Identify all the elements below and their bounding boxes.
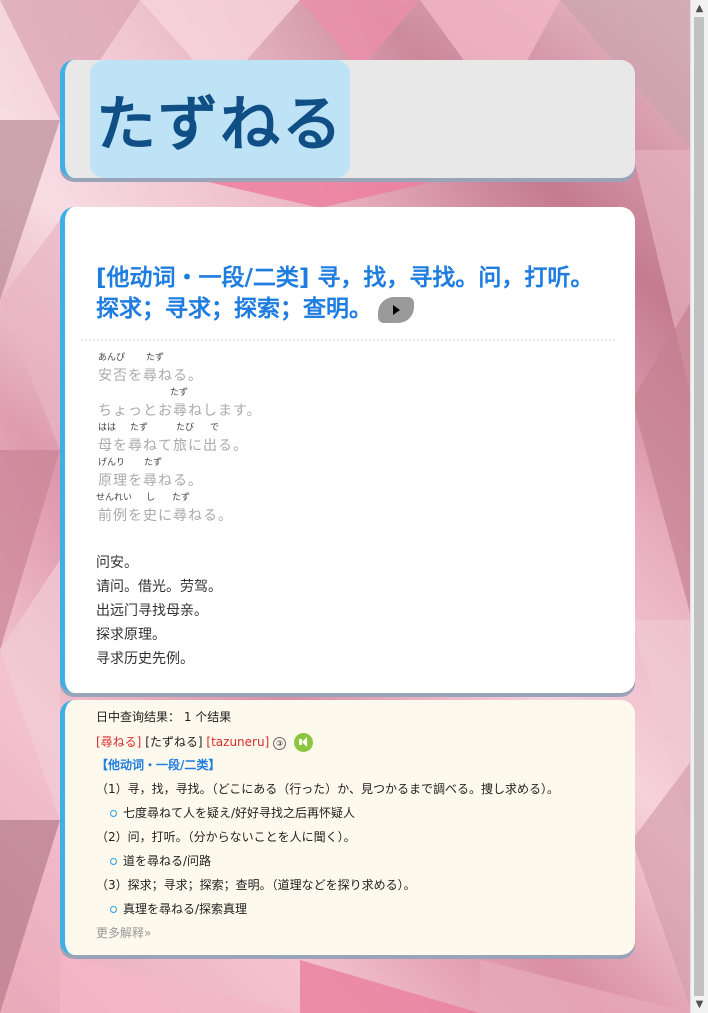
translation-list: 问安。请问。借光。劳驾。 出远门寻找母亲。 探求原理。寻求历史先例。: [96, 551, 222, 671]
sense-example: 真理を尋ねる/探索真理: [96, 901, 626, 925]
example-list: あんぴ たず 安否を尋ねる。 たず ちょっとお尋ねします。 はは たず たびで母を尋ねて旅に出…: [96, 347, 616, 524]
speaker-icon[interactable]: [293, 733, 313, 752]
scrollbar[interactable]: ▲ ▼: [690, 0, 708, 1013]
sense-example-text: 道を尋ねる/问路: [123, 854, 212, 868]
part-of-speech: 【他动词・一段/二类】: [96, 758, 221, 772]
entry-kana: [たずねる]: [145, 735, 203, 749]
entry-romaji: [tazuneru]: [206, 735, 270, 749]
scrollbar-thumb[interactable]: [694, 17, 704, 996]
example-sentence: あんぴ たず 安否を尋ねる。: [96, 347, 616, 384]
dictionary-result: 日中查询结果： 1 个结果 [尋ねる] [たずねる] [tazuneru] ③ …: [96, 709, 626, 949]
furigana: たず: [130, 423, 149, 433]
furigana: たび: [176, 423, 195, 433]
definition-heading: [他动词・一段/二类] 寻，找，寻找。问，打听。探求；寻求；探索；查明。: [96, 263, 596, 325]
more-link[interactable]: 更多解释»: [96, 925, 626, 949]
example-sentence: たず ちょっとお尋ねします。: [96, 382, 616, 419]
bullet-icon: [110, 906, 117, 913]
furigana: し: [146, 493, 156, 503]
scroll-up-icon[interactable]: ▲: [691, 0, 708, 17]
furigana: あんぴ: [98, 353, 126, 363]
translation-line: 探求原理。: [96, 627, 166, 643]
furigana: たず: [172, 493, 191, 503]
sense-example-text: 真理を尋ねる/探索真理: [123, 902, 248, 916]
example-sentence: はは たず たびで母を尋ねて旅に出る。: [96, 417, 616, 454]
definition-heading-text: [他动词・一段/二类] 寻，找，寻找。问，打听。探求；寻求；探索；查明。: [96, 265, 594, 322]
result-summary: 日中查询结果： 1 个结果: [96, 710, 232, 724]
word-title: たずねる: [96, 89, 344, 160]
sense-example: 七度尋ねて人を疑え/好好寻找之后再怀疑人: [96, 805, 626, 829]
furigana: はは: [98, 423, 117, 433]
furigana: たず: [146, 353, 165, 363]
sense-definition: （1）寻，找，寻找。（どこにある（行った）か、見つかるまで調べる。捜し求める）。: [96, 782, 560, 796]
scroll-down-icon[interactable]: ▼: [691, 996, 708, 1013]
example-text: 前例を史に尋ねる。: [98, 508, 233, 524]
play-icon[interactable]: [378, 296, 414, 323]
translation-line: 出远门寻找母亲。: [96, 603, 208, 619]
dictionary-card: 日中查询结果： 1 个结果 [尋ねる] [たずねる] [tazuneru] ③ …: [60, 700, 635, 955]
sense-example-text: 七度尋ねて人を疑え/好好寻找之后再怀疑人: [123, 806, 356, 820]
entry-kanji: [尋ねる]: [96, 735, 142, 749]
word-title-card: たずねる: [60, 60, 635, 178]
word-title-box: たずねる: [90, 60, 350, 178]
translation-line: 问安。: [96, 555, 138, 571]
example-sentence: せんれい し たず前例を史に尋ねる。: [96, 487, 616, 524]
sense-definition: （2）问，打听。（分からないことを人に聞く）。: [96, 830, 356, 844]
bullet-icon: [110, 810, 117, 817]
sense-definition: （3）探求；寻求；探索；查明。（道理などを探り求める）。: [96, 878, 416, 892]
accent-number: ③: [273, 737, 287, 750]
furigana: たず: [170, 388, 189, 398]
furigana: げんり: [98, 458, 126, 468]
divider: [81, 339, 615, 341]
example-sentence: げんり たず 原理を尋ねる。: [96, 452, 616, 489]
sense-list: （1）寻，找，寻找。（どこにある（行った）か、見つかるまで調べる。捜し求める）。…: [96, 781, 626, 925]
definition-card: [他动词・一段/二类] 寻，找，寻找。问，打听。探求；寻求；探索；查明。 あんぴ…: [60, 207, 635, 693]
furigana: で: [210, 423, 220, 433]
furigana: せんれい: [96, 493, 133, 503]
sense-example: 道を尋ねる/问路: [96, 853, 626, 877]
entry-header: [尋ねる] [たずねる] [tazuneru] ③: [96, 733, 626, 757]
translation-line: 请问。借光。劳驾。: [96, 579, 222, 595]
bullet-icon: [110, 858, 117, 865]
translation-line: 寻求历史先例。: [96, 651, 194, 667]
furigana: たず: [144, 458, 163, 468]
